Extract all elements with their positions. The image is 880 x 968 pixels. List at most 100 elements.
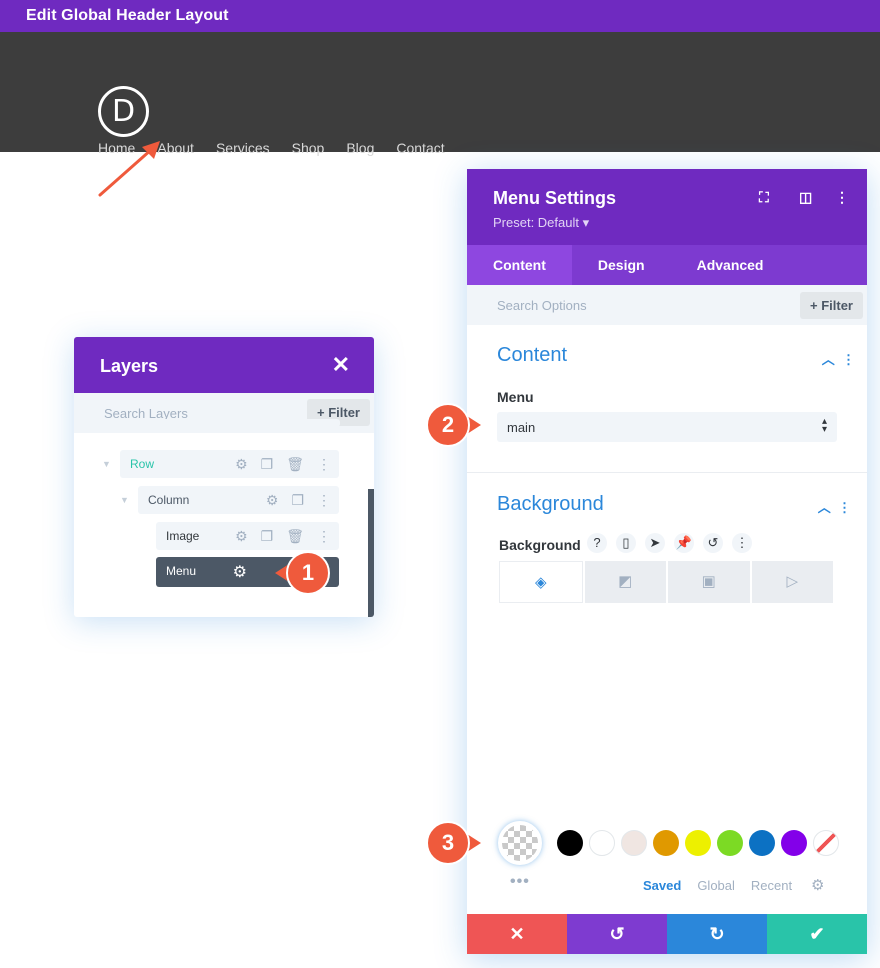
layer-label: Column xyxy=(148,493,190,507)
help-icon[interactable]: ? xyxy=(587,533,607,553)
nav-item-services[interactable]: Services xyxy=(216,140,270,156)
site-header-preview: D Home About Services Shop Blog Contact xyxy=(0,32,880,156)
settings-footer: ✕ ↺ ↻ ✔ xyxy=(467,914,867,954)
menu-select[interactable]: main ▴ ▾ xyxy=(497,412,837,442)
color-swatches xyxy=(557,830,839,856)
cancel-button[interactable]: ✕ xyxy=(467,914,567,954)
swatch-none-icon[interactable] xyxy=(813,830,839,856)
nav-item-blog[interactable]: Blog xyxy=(346,140,374,156)
redo-button[interactable]: ↻ xyxy=(667,914,767,954)
callout-1: 1 xyxy=(275,550,331,596)
undo-button[interactable]: ↺ xyxy=(567,914,667,954)
layers-search-bar: Search Layers + Filter xyxy=(74,393,374,433)
duplicate-icon[interactable]: ❐ xyxy=(261,456,274,473)
more-icon[interactable]: ⋮ xyxy=(838,500,851,515)
page-title: Edit Global Header Layout xyxy=(26,7,229,24)
gear-icon[interactable]: ⚙ xyxy=(266,492,279,509)
reset-icon[interactable]: ↺ xyxy=(703,533,723,553)
menu-settings-panel: Menu Settings Preset: Default ▾ ⛶ ◫ ⋮ Co… xyxy=(467,169,867,954)
annotation-arrow-icon xyxy=(98,141,160,197)
fullscreen-icon[interactable]: ⛶ xyxy=(759,189,769,206)
background-type-tabs: ◈ ◩ ▣ ▷ xyxy=(499,561,833,603)
gear-icon[interactable]: ⚙ xyxy=(811,876,824,894)
swatch-orange[interactable] xyxy=(653,830,679,856)
layer-row-partial xyxy=(120,419,340,427)
collapse-triangle-icon[interactable]: ▼ xyxy=(102,459,111,469)
layer-label: Image xyxy=(166,529,200,543)
builder-top-bar: Edit Global Header Layout xyxy=(0,0,880,32)
options-filter-button[interactable]: + Filter xyxy=(800,292,863,319)
layers-header: Layers ✕ xyxy=(74,337,374,393)
layer-label: Menu xyxy=(166,564,197,578)
more-dots-icon[interactable]: ••• xyxy=(510,873,530,891)
callout-number: 2 xyxy=(441,412,455,437)
save-button[interactable]: ✔ xyxy=(767,914,867,954)
background-option-icons: ? ▯ ➤ 📌 ↺ ⋮ xyxy=(587,533,752,553)
callout-3: 3 xyxy=(425,820,481,866)
duplicate-icon[interactable]: ❐ xyxy=(261,528,274,545)
responsive-icon[interactable]: ▯ xyxy=(616,533,636,553)
nav-item-shop[interactable]: Shop xyxy=(292,140,325,156)
layer-actions: ⚙ ❐ 🗑 ⋮ xyxy=(235,456,331,473)
swatch-beige[interactable] xyxy=(621,830,647,856)
nav-item-contact[interactable]: Contact xyxy=(396,140,444,156)
split-view-icon[interactable]: ◫ xyxy=(799,189,812,206)
tab-design[interactable]: Design xyxy=(572,245,671,285)
swatch-purple[interactable] xyxy=(781,830,807,856)
gear-icon[interactable]: ⚙ xyxy=(235,456,248,473)
chevron-up-icon[interactable]: ︿ xyxy=(822,352,835,367)
options-search-input[interactable]: Search Options xyxy=(497,298,587,313)
swatch-green[interactable] xyxy=(717,830,743,856)
gradient-icon[interactable]: ◩ xyxy=(584,561,666,603)
layers-scrollbar[interactable] xyxy=(368,489,374,617)
layer-label: Row xyxy=(130,457,155,471)
menu-field-label: Menu xyxy=(497,389,534,405)
palette-tab-recent[interactable]: Recent xyxy=(751,878,792,893)
more-icon[interactable]: ⋮ xyxy=(317,528,331,545)
trash-icon[interactable]: 🗑 xyxy=(286,456,304,473)
palette-tab-global[interactable]: Global xyxy=(697,878,735,893)
current-color-swatch[interactable] xyxy=(498,821,542,865)
more-icon[interactable]: ⋮ xyxy=(835,189,849,206)
palette-tab-saved[interactable]: Saved xyxy=(643,878,681,893)
hover-cursor-icon[interactable]: ➤ xyxy=(645,533,665,553)
image-icon[interactable]: ▣ xyxy=(668,561,750,603)
color-fill-icon[interactable]: ◈ xyxy=(499,561,583,603)
more-icon[interactable]: ⋮ xyxy=(842,352,855,367)
tab-content[interactable]: Content xyxy=(467,245,572,285)
menu-select-value: main xyxy=(507,420,536,435)
section-divider xyxy=(467,472,867,473)
settings-title: Menu Settings xyxy=(493,188,617,208)
background-section-title[interactable]: Background xyxy=(497,493,604,516)
callout-number: 1 xyxy=(301,560,315,585)
more-icon[interactable]: ⋮ xyxy=(732,533,752,553)
trash-icon[interactable]: 🗑 xyxy=(286,528,304,545)
more-icon[interactable]: ⋮ xyxy=(317,492,331,509)
collapse-triangle-icon[interactable]: ▼ xyxy=(120,495,129,505)
chevron-up-icon[interactable]: ︿ xyxy=(818,500,831,515)
gear-icon[interactable]: ⚙ xyxy=(233,562,247,582)
tab-advanced[interactable]: Advanced xyxy=(671,245,790,285)
settings-header: Menu Settings Preset: Default ▾ ⛶ ◫ ⋮ xyxy=(467,169,867,245)
swatch-black[interactable] xyxy=(557,830,583,856)
swatch-white[interactable] xyxy=(589,830,615,856)
layers-title: Layers xyxy=(100,356,159,376)
layer-row-row[interactable]: Row ⚙ ❐ 🗑 ⋮ xyxy=(120,450,339,478)
duplicate-icon[interactable]: ❐ xyxy=(291,492,304,509)
section-controls: ︿ ⋮ xyxy=(822,349,855,368)
content-section-title[interactable]: Content xyxy=(497,344,567,367)
gear-icon[interactable]: ⚙ xyxy=(235,528,248,545)
video-icon[interactable]: ▷ xyxy=(751,561,833,603)
preset-selector[interactable]: Preset: Default ▾ xyxy=(493,215,589,231)
layer-row-image[interactable]: Image ⚙ ❐ 🗑 ⋮ xyxy=(156,522,339,550)
callout-2: 2 xyxy=(425,402,481,448)
layer-actions: ⚙ ❐ ⋮ xyxy=(266,492,331,509)
swatch-yellow[interactable] xyxy=(685,830,711,856)
swatch-blue[interactable] xyxy=(749,830,775,856)
close-icon[interactable]: ✕ xyxy=(332,352,350,378)
callout-number: 3 xyxy=(441,830,455,855)
more-icon[interactable]: ⋮ xyxy=(317,456,331,473)
sticky-pin-icon[interactable]: 📌 xyxy=(674,533,694,553)
layer-row-column[interactable]: Column ⚙ ❐ ⋮ xyxy=(138,486,339,514)
site-logo[interactable]: D xyxy=(98,86,149,137)
